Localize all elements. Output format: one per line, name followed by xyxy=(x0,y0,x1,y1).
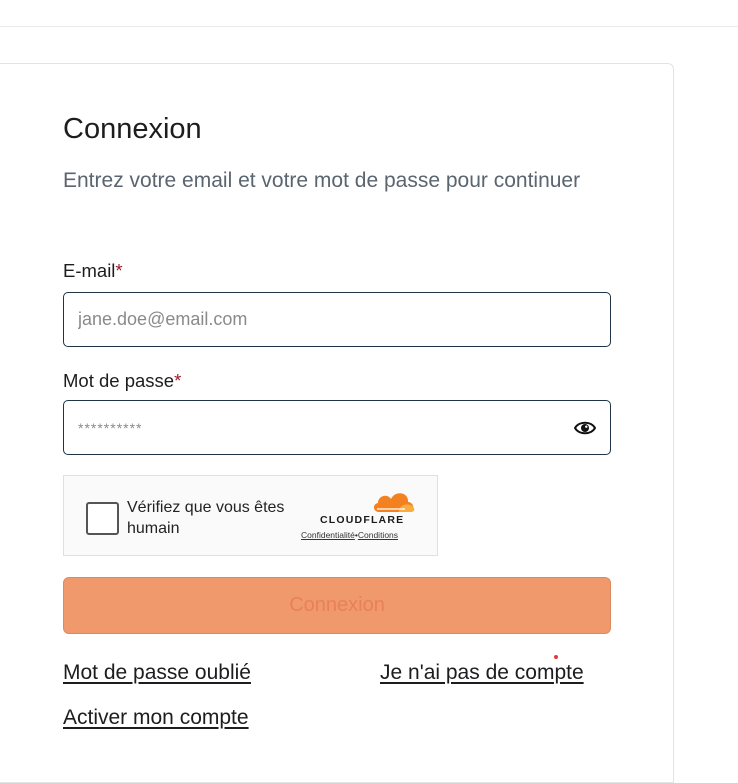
activate-account-link[interactable]: Activer mon compte xyxy=(63,706,249,730)
cloudflare-wordmark: CLOUDFLARE xyxy=(320,514,405,526)
page-subtitle: Entrez votre email et votre mot de passe… xyxy=(63,169,581,192)
terms-link[interactable]: Conditions xyxy=(358,530,398,540)
submit-button[interactable]: Connexion xyxy=(63,577,611,634)
email-label: E-mail* xyxy=(63,260,123,282)
top-bar xyxy=(0,0,738,27)
password-required-marker: * xyxy=(174,370,182,391)
cloudflare-captcha: Vérifiez que vous êtes humain CLOUDFLARE… xyxy=(63,475,438,556)
email-field-wrapper xyxy=(63,292,611,347)
page-title: Connexion xyxy=(63,113,202,145)
password-label-text: Mot de passe xyxy=(63,370,175,391)
password-label: Mot de passe* xyxy=(63,370,181,392)
email-label-text: E-mail xyxy=(63,260,116,281)
eye-icon[interactable] xyxy=(573,418,597,438)
email-required-marker: * xyxy=(115,260,123,281)
cursor-marker xyxy=(554,655,558,659)
captcha-text: Vérifiez que vous êtes humain xyxy=(127,499,285,537)
privacy-link[interactable]: Confidentialité xyxy=(301,530,355,540)
captcha-links: Confidentialité•Conditions xyxy=(301,530,398,540)
forgot-password-link[interactable]: Mot de passe oublié xyxy=(63,661,251,685)
no-account-link[interactable]: Je n'ai pas de compte xyxy=(380,661,584,685)
cloudflare-cloud-icon xyxy=(373,493,415,512)
human-verification-checkbox[interactable] xyxy=(86,502,119,535)
password-field-wrapper xyxy=(63,400,611,455)
email-field[interactable] xyxy=(78,293,558,346)
password-field[interactable] xyxy=(78,401,558,454)
